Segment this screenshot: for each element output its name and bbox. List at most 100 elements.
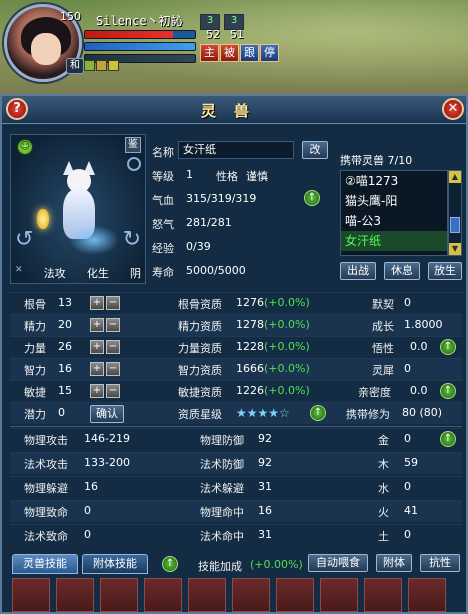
element-value: 41 bbox=[404, 504, 418, 517]
combat-label: 物理攻击 bbox=[24, 434, 68, 447]
skill-slot[interactable] bbox=[12, 578, 50, 612]
nature-label: 性格 bbox=[216, 170, 238, 183]
aptitude-percent: (+0.0%) bbox=[264, 384, 310, 397]
star-up-arrow-icon[interactable]: ↑ bbox=[310, 405, 326, 421]
minus-button[interactable]: − bbox=[106, 340, 120, 354]
element-label: 木 bbox=[378, 458, 389, 471]
release-button[interactable]: 放生 bbox=[428, 262, 462, 280]
aptitude-value: 1278 bbox=[236, 318, 264, 331]
aptitude-label: 根骨资质 bbox=[178, 298, 222, 311]
potential-label: 潜力 bbox=[24, 408, 46, 421]
attr-label: 精力 bbox=[24, 320, 46, 333]
scroll-up-icon[interactable]: ▲ bbox=[449, 171, 461, 183]
minus-button[interactable]: − bbox=[106, 362, 120, 376]
pet-list-item[interactable]: ②喵1273 bbox=[341, 171, 447, 191]
player-level: 150 bbox=[60, 10, 81, 23]
carry-cultivation-value: 80 (80) bbox=[402, 406, 443, 419]
right-attr-label: 亲密度 bbox=[358, 386, 391, 399]
rotate-left-icon[interactable]: ↺ bbox=[15, 227, 33, 252]
exp-value: 0/39 bbox=[186, 240, 211, 253]
pet-list-item[interactable]: 喵-公3 bbox=[341, 211, 447, 231]
combat-value: 16 bbox=[258, 504, 272, 517]
confirm-button[interactable]: 确认 bbox=[90, 405, 124, 423]
plus-button[interactable]: + bbox=[90, 384, 104, 398]
resistance-button[interactable]: 抗性 bbox=[420, 554, 460, 572]
attr-label: 力量 bbox=[24, 342, 46, 355]
tab-pet-skills[interactable]: 灵兽技能 bbox=[12, 554, 78, 574]
skill-slot[interactable] bbox=[188, 578, 226, 612]
pet-list-item[interactable]: 猫头鹰-阳 bbox=[341, 191, 447, 211]
skill-slot[interactable] bbox=[56, 578, 94, 612]
avatar-face bbox=[31, 33, 61, 65]
combat-row: 物理攻击 146-219 物理防御 92 金 0 ↑ bbox=[10, 428, 462, 450]
lock-icon[interactable] bbox=[127, 157, 141, 171]
possess-button[interactable]: 附体 bbox=[376, 554, 412, 572]
rest-button[interactable]: 休息 bbox=[384, 262, 420, 280]
plus-button[interactable]: + bbox=[90, 362, 104, 376]
main-button[interactable]: 主 bbox=[200, 44, 219, 62]
rename-button[interactable]: 改 bbox=[302, 141, 328, 159]
tab-possess-skills[interactable]: 附体技能 bbox=[82, 554, 148, 574]
window-titlebar[interactable]: ? 灵兽 ✕ bbox=[2, 96, 466, 124]
skill-slot[interactable] bbox=[144, 578, 182, 612]
stop-button[interactable]: 停 bbox=[260, 44, 279, 62]
attr-value: 16 bbox=[58, 362, 72, 375]
player-name: Silence丶初訫 bbox=[96, 14, 183, 28]
combat-value: 0 bbox=[84, 504, 91, 517]
aptitude-value: 1276 bbox=[236, 296, 264, 309]
hp-up-arrow-icon[interactable]: ↑ bbox=[304, 190, 320, 206]
carry-count: 7/10 bbox=[387, 154, 413, 167]
minus-button[interactable]: − bbox=[106, 296, 120, 310]
buff-icon[interactable] bbox=[84, 60, 95, 71]
attr-row: 智力 16 + − 智力资质 1666 (+0.0%) 灵犀 0 bbox=[10, 358, 462, 380]
minus-button[interactable]: − bbox=[106, 384, 120, 398]
intimacy-up-arrow-icon[interactable]: ↑ bbox=[440, 383, 456, 399]
skill-slot[interactable] bbox=[320, 578, 358, 612]
aptitude-star-label: 资质星级 bbox=[178, 408, 222, 421]
pet-list-item-selected[interactable]: 女汗纸 bbox=[341, 231, 447, 251]
buff-icon[interactable] bbox=[108, 60, 119, 71]
element-value: 0 bbox=[404, 480, 411, 493]
combat-label: 物理命中 bbox=[200, 506, 244, 519]
buff-icon[interactable] bbox=[96, 60, 107, 71]
life-value: 5000/5000 bbox=[186, 264, 246, 277]
aptitude-value: 1228 bbox=[236, 340, 264, 353]
skill-slot[interactable] bbox=[100, 578, 138, 612]
skill-slots bbox=[10, 576, 462, 612]
insight-up-arrow-icon[interactable]: ↑ bbox=[440, 339, 456, 355]
deploy-button[interactable]: 出战 bbox=[340, 262, 376, 280]
aptitude-label: 力量资质 bbox=[178, 342, 222, 355]
mp-bar bbox=[84, 42, 196, 51]
plus-button[interactable]: + bbox=[90, 296, 104, 310]
follow-button[interactable]: 跟 bbox=[240, 44, 259, 62]
plus-button[interactable]: + bbox=[90, 318, 104, 332]
skill-slot[interactable] bbox=[232, 578, 270, 612]
section-divider bbox=[10, 426, 462, 427]
peace-mode-icon[interactable]: 和 bbox=[66, 58, 84, 74]
combat-label: 法术攻击 bbox=[24, 458, 68, 471]
pet-list-scrollbar[interactable]: ▲ ▼ bbox=[448, 170, 462, 256]
auto-feed-button[interactable]: 自动喂食 bbox=[308, 554, 368, 572]
plus-button[interactable]: + bbox=[90, 340, 104, 354]
right-attr-value: 0 bbox=[404, 296, 411, 309]
name-label: 名称 bbox=[152, 146, 174, 159]
attr-value: 13 bbox=[58, 296, 72, 309]
skill-bonus-label: 技能加成 bbox=[198, 560, 242, 573]
skill-up-arrow-icon[interactable]: ↑ bbox=[162, 556, 178, 572]
aptitude-percent: (+0.0%) bbox=[264, 296, 310, 309]
aptitude-percent: (+0.0%) bbox=[264, 362, 310, 375]
minus-button[interactable]: − bbox=[106, 318, 120, 332]
identify-button[interactable]: 鉴 bbox=[125, 137, 141, 153]
skill-slot[interactable] bbox=[364, 578, 402, 612]
aptitude-value: 1666 bbox=[236, 362, 264, 375]
element-up-arrow-icon[interactable]: ↑ bbox=[440, 431, 456, 447]
rotate-right-icon[interactable]: ↻ bbox=[123, 227, 141, 252]
scroll-thumb[interactable] bbox=[450, 217, 460, 233]
skill-slot[interactable] bbox=[276, 578, 314, 612]
skill-slot[interactable] bbox=[408, 578, 446, 612]
passive-button[interactable]: 被 bbox=[220, 44, 239, 62]
close-icon[interactable]: ✕ bbox=[442, 98, 464, 120]
level-value: 1 bbox=[186, 168, 193, 181]
rage-value: 281/281 bbox=[186, 216, 232, 229]
scroll-down-icon[interactable]: ▼ bbox=[449, 243, 461, 255]
